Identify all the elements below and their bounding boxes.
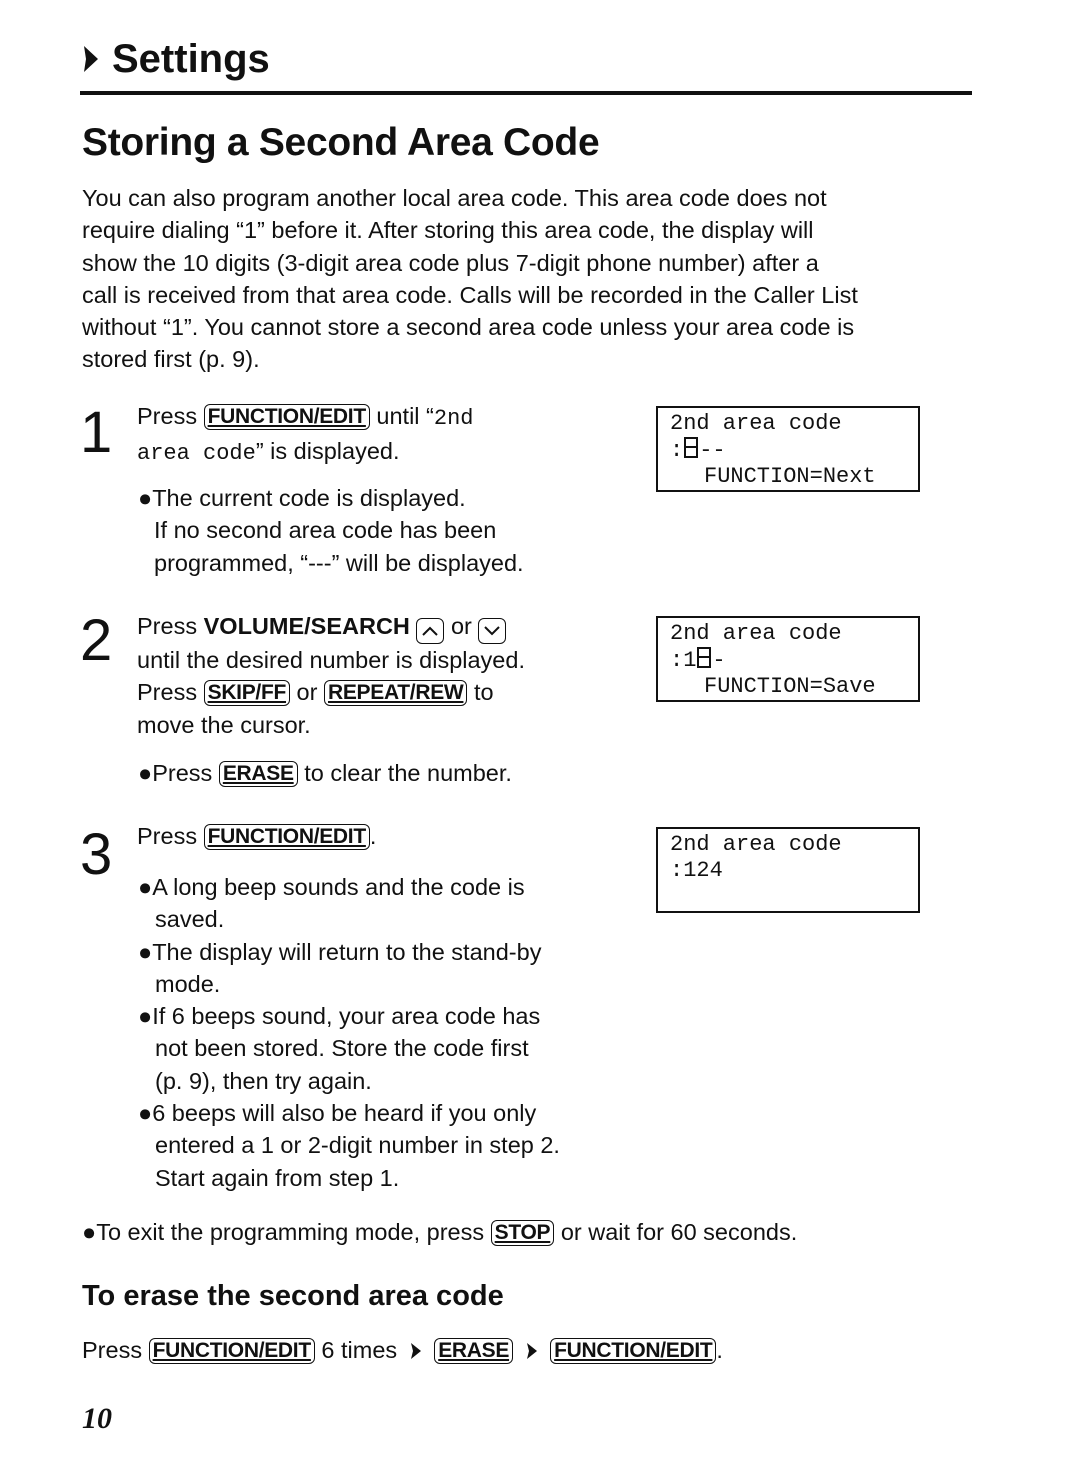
lcd-display-step-1: 2nd area code : -- FUNCTION=Next xyxy=(656,406,920,492)
display-line: FUNCTION=Next xyxy=(704,464,876,489)
note-text: To exit the programming mode, press xyxy=(96,1219,485,1245)
step-text: . xyxy=(369,823,377,849)
step-text: or xyxy=(296,679,318,706)
step-text: until the desired number is displayed. xyxy=(137,647,525,673)
erase-key[interactable]: ERASE xyxy=(434,1338,514,1364)
function-edit-key[interactable]: FUNCTION/EDIT xyxy=(550,1338,717,1364)
bullet-item: ●If 6 beeps sound, your area code has no… xyxy=(138,1000,632,1097)
erase-heading: To erase the second area code xyxy=(82,1280,504,1312)
chevron-down-icon xyxy=(484,626,501,636)
display-line: 2nd area code xyxy=(670,832,842,857)
step-1-bullet: ●The current code is displayed. If no se… xyxy=(138,482,618,579)
bullet-text: not been stored. Store the code first xyxy=(155,1035,529,1062)
bullet-text: If 6 beeps sound, your area code has xyxy=(152,1003,541,1030)
function-edit-key[interactable]: FUNCTION/EDIT xyxy=(203,404,370,430)
erase-key[interactable]: ERASE xyxy=(218,761,298,787)
step-text: Press xyxy=(137,823,198,849)
step-text: Press xyxy=(82,1337,143,1363)
step-2-text: Press VOLUME/SEARCH or until the desired… xyxy=(137,610,617,741)
bullet-item: ●A long beep sounds and the code is save… xyxy=(138,871,632,936)
step-text: Press xyxy=(137,613,198,639)
intro-paragraph: You can also program another local area … xyxy=(82,182,982,376)
display-text-inline: area code xyxy=(137,441,256,467)
bullet-text: A long beep sounds and the code is xyxy=(152,874,525,900)
step-3-number: 3 xyxy=(80,822,113,887)
chevron-up-icon xyxy=(422,626,439,636)
bullet-text: If no second area code has been xyxy=(154,517,497,544)
arrow-right-icon xyxy=(84,46,98,72)
bullet-text: The display will return to the stand-by xyxy=(152,938,542,965)
bullet-text: mode. xyxy=(155,970,221,997)
display-line: 2nd area code xyxy=(670,411,842,436)
step-text: Press xyxy=(137,403,198,429)
page-number: 10 xyxy=(82,1402,112,1435)
bullet-text: Start again from step 1. xyxy=(155,1164,400,1191)
section-header: Settings xyxy=(82,36,270,82)
step-text: until “ xyxy=(376,403,434,429)
section-title: Settings xyxy=(112,37,270,81)
bullet-text: to clear the number. xyxy=(304,760,512,786)
bullet-text: programmed, “---” will be displayed. xyxy=(154,549,524,576)
arrow-right-icon xyxy=(410,1343,421,1359)
display-text: - xyxy=(712,648,726,673)
skip-ff-key[interactable]: SKIP/FF xyxy=(203,680,291,707)
intro-line: without “1”. You cannot store a second a… xyxy=(82,314,855,341)
lcd-display-step-2: 2nd area code :1- FUNCTION=Save xyxy=(656,616,920,702)
step-text: ” is displayed. xyxy=(255,438,400,465)
intro-line: show the 10 digits (3-digit area code pl… xyxy=(82,249,819,276)
display-text: :1 xyxy=(670,648,697,673)
display-line: :1- xyxy=(670,647,918,674)
step-text: or xyxy=(450,613,472,639)
function-edit-key[interactable]: FUNCTION/EDIT xyxy=(148,1338,315,1364)
step-3-text: Press FUNCTION/EDIT. xyxy=(137,820,617,852)
cursor-icon xyxy=(697,647,712,668)
volume-down-key[interactable] xyxy=(478,618,507,644)
display-line: FUNCTION=Save xyxy=(704,674,876,699)
display-line: 2nd area code xyxy=(670,621,842,646)
display-text-inline: 2nd xyxy=(433,406,474,431)
volume-up-key[interactable] xyxy=(416,618,445,644)
bullet-text: 6 beeps will also be heard if you only xyxy=(152,1100,537,1127)
step-2-bullet: ●Press ERASE to clear the number. xyxy=(138,760,512,787)
bullet-text: entered a 1 or 2-digit number in step 2. xyxy=(155,1132,560,1159)
intro-line: require dialing “1” before it. After sto… xyxy=(82,217,814,244)
intro-line: You can also program another local area … xyxy=(82,185,827,211)
header-rule xyxy=(80,91,972,95)
step-1-number: 1 xyxy=(80,400,113,465)
cursor-icon xyxy=(684,437,699,458)
step-text: . xyxy=(716,1337,723,1363)
bullet-item: ●The display will return to the stand-by… xyxy=(138,936,632,1001)
volume-search-label: VOLUME/SEARCH xyxy=(203,613,410,639)
bullet-text: Press xyxy=(152,760,213,786)
display-text: -- xyxy=(699,438,726,463)
exit-note: ●To exit the programming mode, press STO… xyxy=(82,1219,798,1246)
display-line: : -- xyxy=(670,437,918,464)
intro-line: stored first (p. 9). xyxy=(82,346,260,373)
function-edit-key[interactable]: FUNCTION/EDIT xyxy=(203,824,370,850)
bullet-item: ●6 beeps will also be heard if you only … xyxy=(138,1097,632,1194)
step-text: Press xyxy=(137,679,198,706)
note-text: or wait for 60 seconds. xyxy=(560,1219,798,1245)
step-text: move the cursor. xyxy=(137,711,311,738)
stop-key[interactable]: STOP xyxy=(490,1220,555,1246)
erase-instructions: Press FUNCTION/EDIT 6 times ERASE FUNCTI… xyxy=(82,1334,982,1366)
step-text: to xyxy=(473,679,494,706)
repeat-rew-key[interactable]: REPEAT/REW xyxy=(323,680,468,707)
intro-line: call is received from that area code. Ca… xyxy=(82,281,858,308)
bullet-text: (p. 9), then try again. xyxy=(155,1067,372,1094)
step-3-bullets: ●A long beep sounds and the code is save… xyxy=(138,871,632,1194)
bullet-text: The current code is displayed. xyxy=(152,485,466,511)
step-1-text: Press FUNCTION/EDIT until “2nd area code… xyxy=(137,400,617,471)
display-text: : xyxy=(670,438,684,463)
arrow-right-icon xyxy=(526,1343,537,1359)
display-line: :124 xyxy=(670,858,723,883)
lcd-display-step-3: 2nd area code :124 xyxy=(656,827,920,913)
bullet-text: saved. xyxy=(155,906,225,933)
page-title: Storing a Second Area Code xyxy=(82,121,600,164)
step-text: 6 times xyxy=(321,1337,398,1363)
step-2-number: 2 xyxy=(80,608,113,673)
